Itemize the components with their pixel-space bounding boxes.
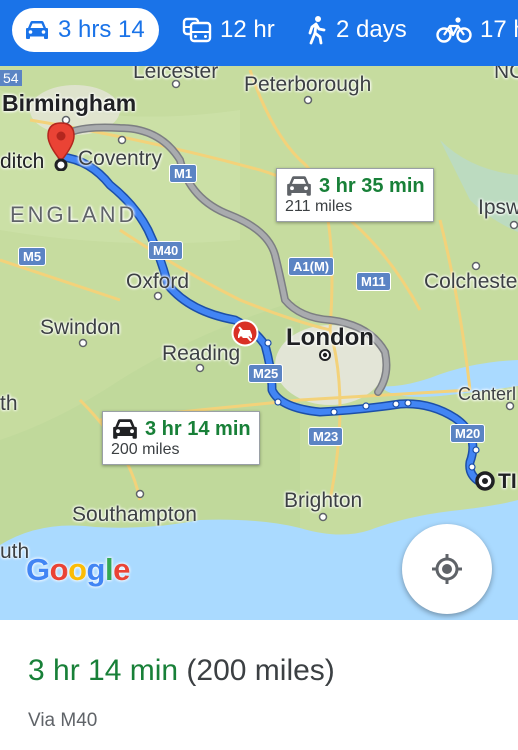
mode-cycling-label: 17 h — [480, 16, 518, 43]
place-swindon: Swindon — [40, 316, 121, 339]
mode-walking-label: 2 days — [336, 16, 407, 43]
logo-letter: g — [86, 552, 106, 587]
main-route-callout[interactable]: 3 hr 14 min 200 miles — [102, 411, 260, 465]
destination-marker-icon[interactable] — [474, 470, 496, 492]
route-summary-panel[interactable]: 3 hr 14 min (200 miles) Via M40 — [0, 620, 518, 750]
car-icon — [287, 176, 311, 196]
road-m11: M11 — [356, 272, 391, 291]
mode-driving[interactable]: 3 hrs 14 — [12, 8, 159, 52]
bus-icon — [182, 17, 212, 43]
road-m1: M1 — [169, 164, 198, 183]
region-england: ENGLAND — [10, 202, 138, 227]
mode-driving-label: 3 hrs 14 — [58, 16, 145, 43]
road-m25: M25 — [248, 364, 284, 383]
place-th: th — [0, 392, 18, 415]
alt-route-time: 3 hr 35 min — [319, 174, 425, 197]
route-map[interactable]: Leicester Peterborough NC 54 Birmingham … — [0, 66, 518, 620]
main-route-distance: 200 miles — [111, 441, 180, 458]
logo-letter: e — [113, 552, 130, 587]
route-via: Via M40 — [28, 710, 98, 731]
logo-letter: G — [26, 552, 50, 587]
mode-cycling[interactable]: 17 h — [436, 8, 518, 52]
place-peterborough: Peterborough — [244, 73, 372, 96]
place-redditch: ditch — [0, 150, 45, 173]
car-icon — [113, 419, 137, 439]
my-location-icon — [432, 554, 462, 584]
mode-transit[interactable]: 12 hr — [182, 8, 275, 52]
alt-route-distance: 211 miles — [285, 198, 353, 215]
my-location-button[interactable] — [402, 524, 492, 614]
road-m40: M40 — [148, 241, 184, 260]
road-m20: M20 — [450, 424, 486, 443]
place-canterbury: Canterl — [458, 384, 517, 404]
place-ipswich: Ipsw — [478, 196, 518, 219]
place-coventry: Coventry — [78, 147, 163, 170]
place-uth: uth — [0, 540, 30, 563]
car-icon — [26, 21, 48, 39]
travel-mode-bar: 3 hrs 14 12 hr 2 days 17 h — [0, 0, 518, 66]
place-southampton: Southampton — [72, 503, 197, 526]
summary-time: 3 hr 14 min — [28, 654, 179, 687]
place-54: 54 — [0, 70, 22, 86]
walk-icon — [308, 16, 326, 45]
main-route-time: 3 hr 14 min — [145, 417, 251, 440]
logo-letter: o — [68, 552, 87, 587]
logo-letter: l — [104, 552, 114, 587]
place-destination: TI — [498, 470, 517, 493]
google-logo: Google — [26, 552, 130, 588]
start-pin-icon[interactable] — [45, 121, 77, 171]
road-m5: M5 — [18, 247, 47, 266]
summary-distance: (200 miles) — [186, 654, 335, 687]
bike-icon — [436, 17, 472, 43]
place-no: NC — [494, 66, 518, 83]
place-birmingham: Birmingham — [2, 90, 137, 116]
place-london: London — [286, 324, 374, 351]
mode-transit-label: 12 hr — [220, 16, 275, 43]
alt-route-callout[interactable]: 3 hr 35 min 211 miles — [276, 168, 434, 222]
place-reading: Reading — [162, 342, 241, 365]
logo-letter: o — [49, 552, 69, 587]
mode-walking[interactable]: 2 days — [306, 8, 407, 52]
road-m23: M23 — [308, 427, 344, 446]
route-summary: 3 hr 14 min (200 miles) — [28, 654, 335, 688]
place-colchester: Colcheste — [424, 270, 518, 293]
place-brighton: Brighton — [284, 489, 363, 512]
place-oxford: Oxford — [126, 270, 190, 293]
place-leicester: Leicester — [133, 66, 219, 83]
road-a1m: A1(M) — [288, 257, 335, 276]
